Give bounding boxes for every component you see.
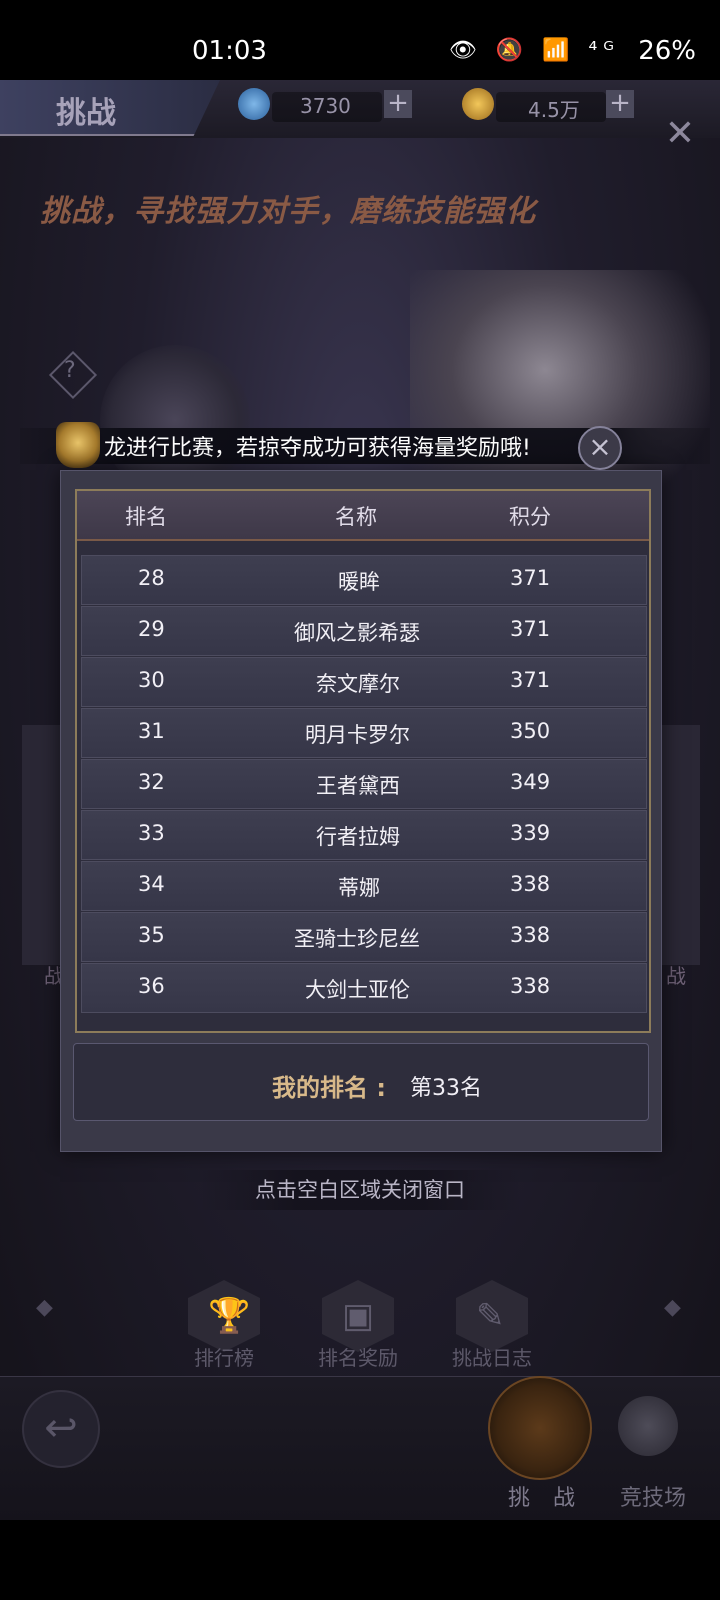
challenge-nav-icon[interactable] bbox=[488, 1376, 592, 1480]
rank-cell: 32 bbox=[138, 770, 165, 794]
add-gold-button[interactable]: + bbox=[606, 90, 634, 118]
ranking-modal: 排名 名称 积分 28 暖眸 371 29 御风之影希瑟 371 30 奈文摩尔 371 31 明月… bbox=[60, 470, 662, 1152]
name-cell: 御风之影希瑟 bbox=[294, 621, 420, 645]
my-rank-box: 我的排名 : 第33名 bbox=[73, 1043, 649, 1121]
table-row: 29 御风之影希瑟 371 bbox=[81, 606, 647, 656]
help-question-mark: ? bbox=[64, 358, 76, 383]
name-cell: 圣骑士珍尼丝 bbox=[294, 927, 420, 951]
chest-icon: ▣ bbox=[342, 1296, 375, 1336]
rank-cell: 31 bbox=[138, 719, 165, 743]
page-title: 挑战 bbox=[56, 96, 116, 131]
rank-cell: 34 bbox=[138, 872, 165, 896]
name-cell: 明月卡罗尔 bbox=[305, 723, 410, 747]
diamond-value: 3730 bbox=[300, 94, 351, 118]
status-icons: 👁 🔕 📶 ⁴ᴳ bbox=[448, 38, 620, 63]
left-side-panel bbox=[22, 725, 62, 965]
bottom-nav bbox=[0, 1376, 720, 1520]
table-row: 35 圣骑士珍尼丝 338 bbox=[81, 912, 647, 962]
score-cell: 338 bbox=[510, 923, 551, 947]
score-cell: 349 bbox=[510, 770, 551, 794]
table-row: 36 大剑士亚伦 338 bbox=[81, 963, 647, 1013]
header-rank: 排名 bbox=[125, 505, 167, 529]
close-screen-icon[interactable]: ✕ bbox=[660, 114, 700, 154]
rank-rewards-label[interactable]: 排名奖励 bbox=[298, 1342, 418, 1371]
name-cell: 大剑士亚伦 bbox=[305, 978, 410, 1002]
battery-level: 26% bbox=[638, 36, 696, 66]
trophy-icon: 🏆 bbox=[208, 1296, 251, 1336]
score-cell: 371 bbox=[510, 566, 551, 590]
arena-nav-label[interactable]: 竞技场 bbox=[620, 1480, 686, 1512]
header-name: 名称 bbox=[335, 505, 377, 529]
status-bar: 01:03 👁 🔕 📶 ⁴ᴳ 26% bbox=[0, 0, 720, 80]
trophy-icon bbox=[56, 422, 100, 468]
announcement-text: 龙进行比赛，若掠夺成功可获得海量奖励哦! bbox=[104, 436, 531, 461]
score-cell: 371 bbox=[510, 668, 551, 692]
table-header: 排名 名称 积分 bbox=[77, 491, 649, 541]
right-side-label: 战 bbox=[666, 964, 686, 988]
status-time: 01:03 bbox=[192, 36, 267, 66]
my-rank-label: 我的排名 : bbox=[272, 1074, 386, 1102]
add-diamond-button[interactable]: + bbox=[384, 90, 412, 118]
gold-coin-icon bbox=[462, 88, 494, 120]
log-icon: ✎ bbox=[476, 1296, 505, 1336]
challenge-log-label[interactable]: 挑战日志 bbox=[432, 1342, 552, 1371]
slogan: 挑战，寻找强力对手，磨练技能强化 bbox=[40, 194, 536, 229]
my-rank-value: 第33名 bbox=[410, 1076, 482, 1101]
score-cell: 339 bbox=[510, 821, 551, 845]
table-row: 31 明月卡罗尔 350 bbox=[81, 708, 647, 758]
score-cell: 371 bbox=[510, 617, 551, 641]
name-cell: 奈文摩尔 bbox=[316, 672, 400, 696]
table-row: 34 蒂娜 338 bbox=[81, 861, 647, 911]
score-cell: 338 bbox=[510, 872, 551, 896]
rank-cell: 29 bbox=[138, 617, 165, 641]
table-row: 32 王者黛西 349 bbox=[81, 759, 647, 809]
name-cell: 王者黛西 bbox=[316, 774, 400, 798]
score-cell: 350 bbox=[510, 719, 551, 743]
table-row: 33 行者拉姆 339 bbox=[81, 810, 647, 860]
rank-cell: 28 bbox=[138, 566, 165, 590]
challenge-nav-label[interactable]: 挑 战 bbox=[508, 1480, 583, 1512]
game-screen: 挑战 3730 + 4.5万 + ✕ 挑战，寻找强力对手，磨练技能强化 ? 战 … bbox=[0, 80, 720, 1520]
right-side-panel bbox=[660, 725, 700, 965]
ranking-table: 排名 名称 积分 28 暖眸 371 29 御风之影希瑟 371 30 奈文摩尔 371 31 明月… bbox=[75, 489, 651, 1033]
rank-cell: 35 bbox=[138, 923, 165, 947]
rank-cell: 36 bbox=[138, 974, 165, 998]
diamond-icon bbox=[238, 88, 270, 120]
name-cell: 行者拉姆 bbox=[316, 825, 400, 849]
table-row: 30 奈文摩尔 371 bbox=[81, 657, 647, 707]
score-cell: 338 bbox=[510, 974, 551, 998]
leaderboard-label[interactable]: 排行榜 bbox=[164, 1342, 284, 1371]
close-hint[interactable]: 点击空白区域关闭窗口 bbox=[200, 1170, 520, 1210]
navigation-bar-area bbox=[0, 1520, 720, 1600]
rank-cell: 33 bbox=[138, 821, 165, 845]
right-arrow-icon[interactable]: ◆ bbox=[664, 1295, 681, 1320]
name-cell: 暖眸 bbox=[338, 570, 380, 594]
gold-value: 4.5万 bbox=[528, 98, 580, 122]
close-modal-button[interactable]: × bbox=[578, 426, 622, 470]
name-cell: 蒂娜 bbox=[338, 876, 380, 900]
rank-cell: 30 bbox=[138, 668, 165, 692]
back-button[interactable]: ↩ bbox=[22, 1390, 100, 1468]
table-row: 28 暖眸 371 bbox=[81, 555, 647, 605]
header-score: 积分 bbox=[509, 505, 551, 529]
left-arrow-icon[interactable]: ◆ bbox=[36, 1295, 53, 1320]
arena-nav-icon[interactable] bbox=[618, 1396, 678, 1456]
